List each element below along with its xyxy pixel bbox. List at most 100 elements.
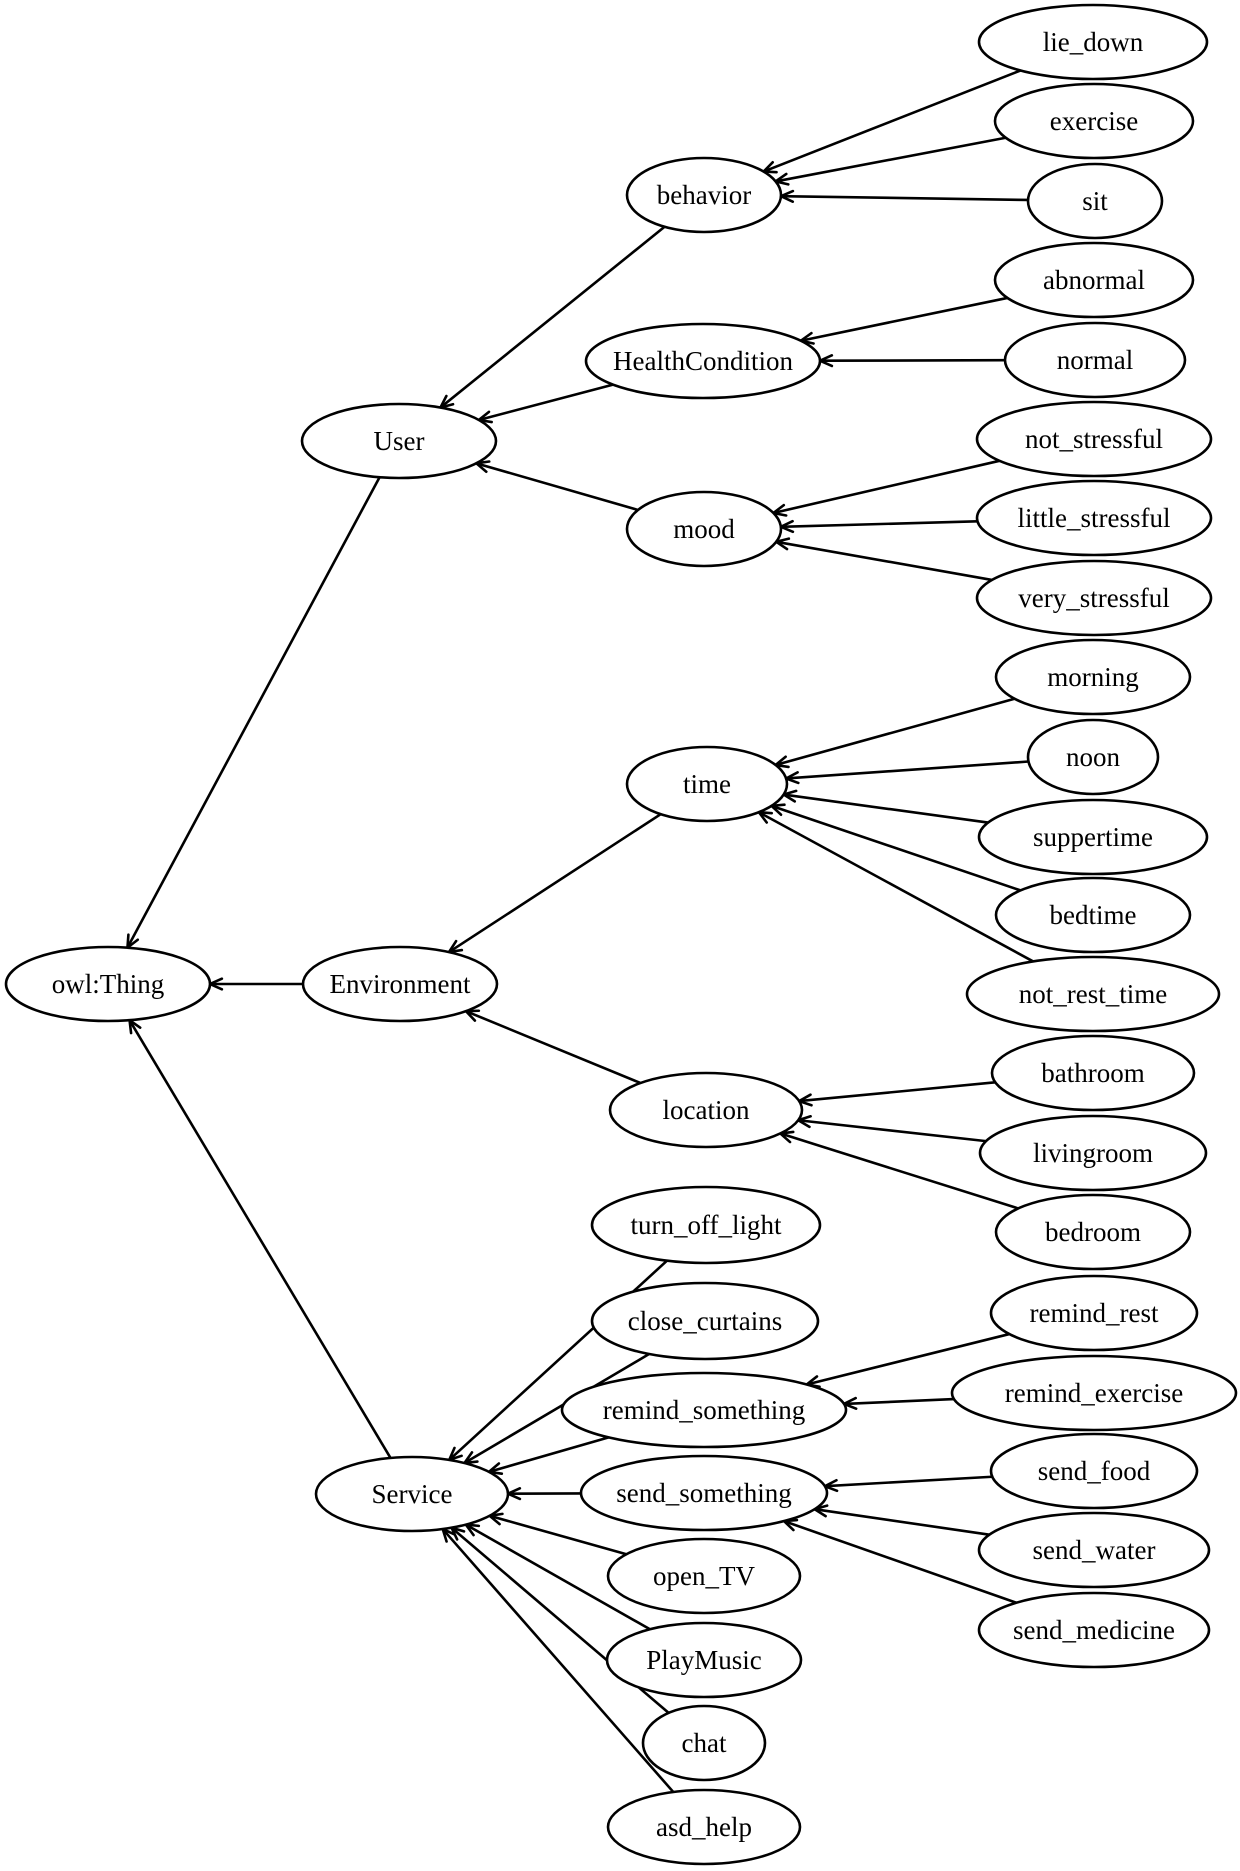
ontology-diagram: owl:Thing User Environment Service behavior H… bbox=[0, 0, 1240, 1871]
node-label: bedtime bbox=[1050, 900, 1137, 930]
node-open-tv[interactable]: open_TV bbox=[606, 1537, 802, 1615]
node-user[interactable]: User bbox=[300, 402, 498, 480]
edge-line bbox=[786, 760, 1029, 780]
node-label: suppertime bbox=[1033, 822, 1153, 852]
edge-location-to-environment bbox=[462, 1009, 641, 1085]
node-location[interactable]: location bbox=[608, 1071, 804, 1149]
node-sit[interactable]: sit bbox=[1026, 162, 1164, 240]
node-label: livingroom bbox=[1033, 1138, 1153, 1168]
node-label: HealthCondition bbox=[613, 346, 793, 376]
edge-line bbox=[776, 540, 993, 582]
node-bedroom[interactable]: bedroom bbox=[994, 1193, 1192, 1271]
node-owl-thing[interactable]: owl:Thing bbox=[4, 945, 212, 1023]
node-remind-something[interactable]: remind_something bbox=[560, 1371, 848, 1449]
node-label: not_stressful bbox=[1025, 424, 1163, 454]
node-label: little_stressful bbox=[1018, 503, 1171, 533]
edge-line bbox=[799, 1081, 996, 1103]
edge-mood-to-user bbox=[473, 460, 639, 512]
edge-line bbox=[800, 296, 1008, 342]
node-not-rest-time[interactable]: not_rest_time bbox=[965, 955, 1221, 1033]
node-time[interactable]: time bbox=[625, 745, 789, 823]
node-label: Environment bbox=[330, 969, 471, 999]
node-send-medicine[interactable]: send_medicine bbox=[977, 1591, 1211, 1669]
edge-line bbox=[775, 136, 1006, 183]
node-label: not_rest_time bbox=[1019, 979, 1167, 1009]
node-label: bathroom bbox=[1041, 1058, 1144, 1088]
edge-user-to-owl_thing bbox=[125, 476, 381, 951]
edge-send_food-to-send_something bbox=[821, 1475, 993, 1493]
node-noon[interactable]: noon bbox=[1026, 718, 1160, 796]
node-label: noon bbox=[1066, 742, 1121, 772]
node-label: send_medicine bbox=[1013, 1615, 1175, 1645]
node-label: mood bbox=[673, 514, 735, 544]
node-mood[interactable]: mood bbox=[625, 490, 783, 568]
edge-very_stressful-to-mood bbox=[773, 537, 993, 582]
node-send-food[interactable]: send_food bbox=[989, 1432, 1199, 1510]
node-send-something[interactable]: send_something bbox=[579, 1454, 829, 1532]
edge-livingroom-to-location bbox=[795, 1114, 987, 1143]
edge-time-to-environment bbox=[446, 813, 662, 954]
node-not-stressful[interactable]: not_stressful bbox=[975, 400, 1213, 478]
node-chat[interactable]: chat bbox=[641, 1704, 767, 1782]
edge-line bbox=[476, 462, 639, 512]
node-label: turn_off_light bbox=[631, 1210, 782, 1240]
node-livingroom[interactable]: livingroom bbox=[978, 1114, 1208, 1192]
node-close-curtains[interactable]: close_curtains bbox=[590, 1281, 820, 1361]
edge-line bbox=[843, 1397, 955, 1406]
edge-line bbox=[478, 383, 614, 422]
edge-not_stressful-to-mood bbox=[770, 459, 1000, 517]
node-normal[interactable]: normal bbox=[1003, 321, 1187, 399]
edge-exercise-to-behavior bbox=[772, 136, 1006, 186]
node-suppertime[interactable]: suppertime bbox=[977, 798, 1209, 876]
node-label: send_food bbox=[1038, 1456, 1151, 1486]
node-send-water[interactable]: send_water bbox=[977, 1511, 1211, 1589]
edge-line bbox=[773, 459, 1000, 515]
node-exercise[interactable]: exercise bbox=[993, 82, 1195, 160]
node-label: lie_down bbox=[1043, 27, 1144, 57]
edge-line bbox=[824, 1475, 993, 1488]
node-environment[interactable]: Environment bbox=[301, 945, 499, 1023]
node-bedtime[interactable]: bedtime bbox=[994, 876, 1192, 954]
edge-healthcondition-to-user bbox=[475, 383, 614, 424]
node-abnormal[interactable]: abnormal bbox=[993, 241, 1195, 319]
node-label: PlayMusic bbox=[646, 1645, 762, 1675]
edge-bathroom-to-location bbox=[796, 1081, 996, 1107]
edge-suppertime-to-time bbox=[780, 789, 989, 824]
nodes-layer: owl:Thing User Environment Service behavior H… bbox=[4, 3, 1238, 1866]
node-service[interactable]: Service bbox=[314, 1455, 510, 1533]
edge-send_water-to-send_something bbox=[811, 1504, 990, 1536]
node-asd-help[interactable]: asd_help bbox=[606, 1788, 802, 1866]
edge-line bbox=[763, 69, 1021, 173]
edge-morning-to-time bbox=[772, 697, 1015, 769]
node-little-stressful[interactable]: little_stressful bbox=[975, 479, 1213, 557]
edge-line bbox=[798, 1118, 987, 1143]
node-label: behavior bbox=[657, 180, 751, 210]
node-lie-down[interactable]: lie_down bbox=[977, 3, 1209, 81]
node-bathroom[interactable]: bathroom bbox=[990, 1034, 1196, 1112]
node-label: remind_rest bbox=[1030, 1298, 1159, 1328]
node-label: sit bbox=[1082, 186, 1108, 216]
node-morning[interactable]: morning bbox=[994, 638, 1192, 716]
node-turn-off-light[interactable]: turn_off_light bbox=[590, 1185, 822, 1265]
node-behavior[interactable]: behavior bbox=[625, 156, 783, 234]
node-playmusic[interactable]: PlayMusic bbox=[605, 1621, 803, 1699]
node-very-stressful[interactable]: very_stressful bbox=[975, 559, 1213, 637]
edge-line bbox=[128, 1019, 392, 1459]
node-healthcondition[interactable]: HealthCondition bbox=[584, 322, 822, 400]
edge-environment-to-owl_thing bbox=[206, 977, 303, 991]
node-label: location bbox=[663, 1095, 750, 1125]
edge-normal-to-healthcondition bbox=[816, 354, 1006, 368]
node-remind-rest[interactable]: remind_rest bbox=[989, 1274, 1199, 1352]
node-label: owl:Thing bbox=[52, 969, 165, 999]
edge-remind_exercise-to-remind_something bbox=[840, 1396, 955, 1410]
node-label: bedroom bbox=[1045, 1217, 1141, 1247]
node-label: Service bbox=[372, 1479, 453, 1509]
node-label: close_curtains bbox=[628, 1306, 782, 1336]
node-label: open_TV bbox=[653, 1561, 755, 1591]
edge-line bbox=[814, 1507, 990, 1536]
edge-line bbox=[448, 813, 662, 954]
node-label: exercise bbox=[1050, 106, 1138, 136]
edge-abnormal-to-healthcondition bbox=[797, 296, 1008, 345]
node-remind-exercise[interactable]: remind_exercise bbox=[950, 1354, 1238, 1432]
edge-line bbox=[780, 519, 978, 529]
